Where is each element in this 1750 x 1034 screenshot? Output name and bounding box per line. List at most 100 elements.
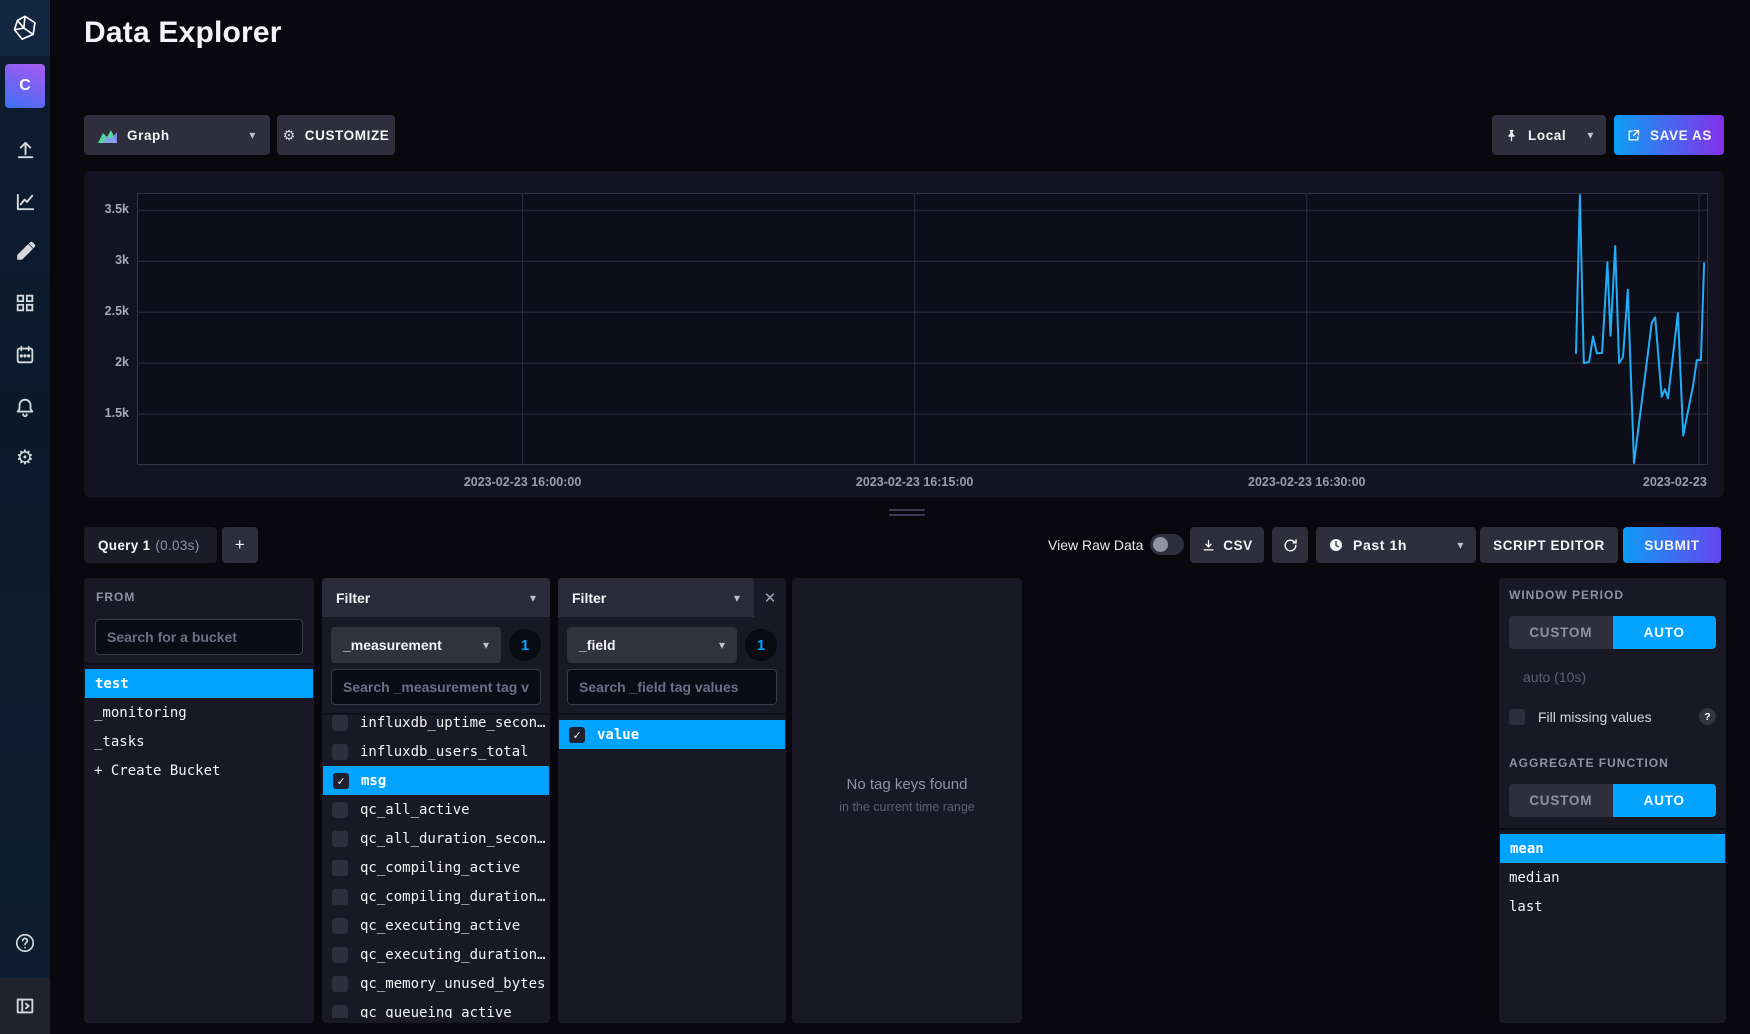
measurement-list-item[interactable]: qc_compiling_active <box>322 853 550 882</box>
view-raw-data-label: View Raw Data <box>1048 537 1143 553</box>
chart-canvas <box>137 193 1708 465</box>
measurement-list-item[interactable]: qc_all_duration_secon… <box>322 824 550 853</box>
filter-type-dropdown[interactable]: Filter ▾ <box>558 578 754 617</box>
field-search-input[interactable] <box>567 669 777 705</box>
checkbox-icon <box>332 831 348 847</box>
aggregate-list-item-label: median <box>1509 870 1560 886</box>
measurement-list-item[interactable]: qc_queueing_active <box>322 998 550 1018</box>
fill-missing-label: Fill missing values <box>1538 709 1652 725</box>
checkbox-icon <box>332 802 348 818</box>
variables-scope-dropdown[interactable]: Local ▾ <box>1492 115 1606 155</box>
field-list-item[interactable]: ✓value <box>559 720 785 749</box>
filter-header-label: Filter <box>572 590 606 606</box>
empty-state-title: No tag keys found <box>792 776 1022 793</box>
chevron-down-icon: ▾ <box>719 639 725 651</box>
influxdb-logo-icon <box>11 14 39 42</box>
filter-type-dropdown[interactable]: Filter ▾ <box>322 578 550 617</box>
refresh-button[interactable] <box>1272 527 1308 563</box>
sidebar-item-dashboards[interactable] <box>0 285 50 321</box>
add-query-button[interactable]: + <box>222 527 258 563</box>
bucket-list-item[interactable]: _monitoring <box>84 698 314 727</box>
measurement-list-item-label: msg <box>361 773 386 789</box>
sidebar-item-tasks[interactable] <box>0 337 50 373</box>
measurement-key-dropdown[interactable]: _measurement ▾ <box>331 627 501 663</box>
bucket-list-item-label: test <box>95 676 129 692</box>
graph-type-icon <box>98 128 117 143</box>
window-period-title: WINDOW PERIOD <box>1509 588 1716 602</box>
measurement-filter-panel: Filter ▾ _measurement ▾ 1 influxdb_uptim… <box>322 578 550 1023</box>
window-custom-button[interactable]: CUSTOM <box>1509 616 1613 649</box>
checkbox-icon <box>332 744 348 760</box>
checkbox-icon <box>332 918 348 934</box>
time-range-dropdown[interactable]: Past 1h ▾ <box>1316 527 1476 563</box>
sidebar-item-alerts[interactable] <box>0 389 50 425</box>
bucket-search-input[interactable] <box>95 619 303 655</box>
aggregate-custom-button[interactable]: CUSTOM <box>1509 784 1613 817</box>
aggregate-auto-button[interactable]: AUTO <box>1613 784 1717 817</box>
bucket-list-item[interactable]: _tasks <box>84 727 314 756</box>
remove-filter-button[interactable]: ✕ <box>754 578 786 617</box>
tag-keys-panel: No tag keys found in the current time ra… <box>792 578 1022 1023</box>
measurement-count-badge: 1 <box>509 629 541 661</box>
sidebar-item-notebooks[interactable] <box>0 234 50 270</box>
sidebar-item-load-data[interactable] <box>0 132 50 168</box>
checkbox-icon <box>332 1005 348 1019</box>
window-period-value: auto (10s) <box>1523 669 1586 685</box>
bucket-selector-panel: FROM test_monitoring_tasks+ Create Bucke… <box>84 578 314 1023</box>
resize-drag-handle[interactable] <box>889 509 925 519</box>
sidebar-item-help[interactable] <box>0 925 50 961</box>
sidebar-expand-button[interactable] <box>0 978 50 1034</box>
csv-download-button[interactable]: CSV <box>1190 527 1264 563</box>
sidebar-item-data-explorer[interactable] <box>0 183 50 219</box>
window-auto-button[interactable]: AUTO <box>1613 616 1717 649</box>
measurement-list-item[interactable]: qc_executing_duration… <box>322 940 550 969</box>
measurement-list-item[interactable]: influxdb_users_total <box>322 737 550 766</box>
chevron-down-icon: ▾ <box>734 592 740 604</box>
measurement-list-item[interactable]: qc_compiling_duration… <box>322 882 550 911</box>
script-editor-button[interactable]: SCRIPT EDITOR <box>1480 527 1618 563</box>
measurement-list-item[interactable]: qc_all_active <box>322 795 550 824</box>
measurement-list-item-label: qc_compiling_duration… <box>360 889 545 905</box>
page-title: Data Explorer <box>84 16 282 50</box>
x-axis-label: 2023-02-23 16:15:00 <box>856 475 973 489</box>
view-raw-data-toggle[interactable] <box>1150 534 1184 555</box>
fill-missing-checkbox[interactable] <box>1509 709 1525 725</box>
aggregate-list-item[interactable]: median <box>1499 863 1726 892</box>
field-key-dropdown[interactable]: _field ▾ <box>567 627 737 663</box>
customize-button[interactable]: ⚙ CUSTOMIZE <box>277 115 395 155</box>
y-axis-label: 1.5k <box>84 406 129 420</box>
checkbox-icon <box>332 947 348 963</box>
field-list-item-label: value <box>597 727 639 743</box>
measurement-list-item[interactable]: qc_executing_active <box>322 911 550 940</box>
org-avatar[interactable]: C <box>5 64 45 108</box>
measurement-list-item-label: qc_all_duration_secon… <box>360 831 545 847</box>
aggregate-list-item[interactable]: mean <box>1500 834 1725 863</box>
submit-button[interactable]: SUBMIT <box>1623 527 1721 563</box>
bucket-list-item[interactable]: + Create Bucket <box>84 756 314 785</box>
measurement-list-item[interactable]: ✓msg <box>323 766 549 795</box>
chevron-down-icon: ▾ <box>249 129 256 141</box>
save-as-button[interactable]: SAVE AS <box>1614 115 1724 155</box>
measurement-list-item-label: qc_compiling_active <box>360 860 520 876</box>
measurement-list-item[interactable]: influxdb_uptime_secon… <box>322 708 550 737</box>
aggregate-function-list: mean median last <box>1499 830 1726 921</box>
query-tab[interactable]: Query 1 (0.03s) <box>84 527 217 563</box>
gear-icon: ⚙ <box>283 128 296 142</box>
dashboards-icon <box>14 292 36 314</box>
clock-icon <box>1328 537 1344 553</box>
data-explorer-page: C <box>0 0 1750 1034</box>
measurement-search-input[interactable] <box>331 669 541 705</box>
chart-plot-area[interactable] <box>137 193 1708 465</box>
measurement-list-item[interactable]: qc_memory_unused_bytes <box>322 969 550 998</box>
bucket-list: test _monitoring_tasks+ Create Bucket <box>84 665 314 785</box>
sidebar-item-settings[interactable]: ⚙ <box>0 440 50 476</box>
export-icon <box>1626 128 1641 143</box>
bucket-list-item[interactable]: test <box>85 669 313 698</box>
view-type-dropdown[interactable]: Graph ▾ <box>84 115 270 155</box>
field-list: ✓value <box>558 715 786 749</box>
influxdb-logo[interactable] <box>0 0 50 56</box>
aggregate-function-title: AGGREGATE FUNCTION <box>1509 756 1716 770</box>
aggregate-list-item[interactable]: last <box>1499 892 1726 921</box>
help-tooltip-icon[interactable]: ? <box>1699 708 1716 725</box>
line-graph-icon <box>14 190 37 213</box>
